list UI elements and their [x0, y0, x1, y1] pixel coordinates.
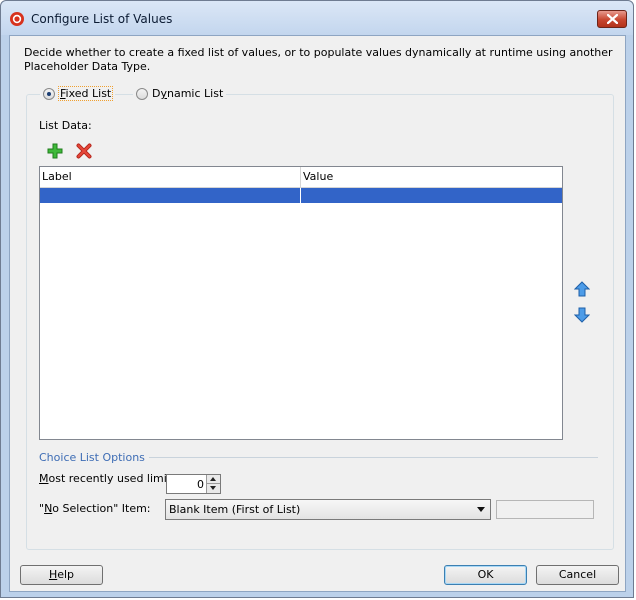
cell-value[interactable]	[301, 188, 562, 203]
arrow-down-icon[interactable]	[573, 307, 591, 323]
spin-down-button[interactable]	[207, 484, 220, 493]
delete-icon[interactable]	[76, 143, 92, 159]
dynamic-list-label[interactable]: Dynamic List	[152, 87, 223, 100]
mru-limit-value[interactable]: 0	[197, 478, 204, 491]
window-title: Configure List of Values	[31, 12, 173, 26]
spin-up-button[interactable]	[207, 475, 220, 484]
mru-limit-label: Most recently used limit:	[39, 472, 175, 485]
help-button[interactable]: Help	[20, 565, 103, 585]
column-header-value[interactable]: Value	[301, 167, 562, 187]
oracle-app-icon	[9, 11, 25, 27]
no-selection-text-field	[496, 500, 594, 519]
arrow-up-icon[interactable]	[573, 281, 591, 297]
fixed-list-label[interactable]: Fixed List	[57, 86, 114, 101]
chevron-down-icon	[477, 507, 485, 512]
ok-button[interactable]: OK	[444, 565, 527, 585]
mru-limit-spinner[interactable]: 0	[166, 474, 221, 494]
dialog-content: Decide whether to create a fixed list of…	[9, 35, 626, 592]
column-header-label[interactable]: Label	[40, 167, 301, 187]
no-selection-item-value: Blank Item (First of List)	[169, 503, 301, 516]
dynamic-list-radio[interactable]: Dynamic List	[133, 85, 227, 102]
cell-label[interactable]	[40, 188, 301, 203]
list-data-label: List Data:	[39, 119, 92, 132]
cancel-button[interactable]: Cancel	[536, 565, 619, 585]
close-icon	[607, 14, 618, 24]
no-selection-item-label: "No Selection" Item:	[39, 502, 151, 515]
table-header: Label Value	[40, 167, 562, 188]
dialog-window: Configure List of Values Decide whether …	[0, 0, 634, 598]
description-text: Decide whether to create a fixed list of…	[24, 46, 613, 73]
radio-indicator[interactable]	[136, 87, 148, 100]
spinner-buttons	[206, 475, 220, 493]
add-icon[interactable]	[47, 143, 63, 159]
table-row[interactable]	[40, 188, 562, 203]
close-button[interactable]	[597, 10, 627, 28]
title-bar[interactable]: Configure List of Values	[1, 1, 633, 35]
list-data-table[interactable]: Label Value	[39, 166, 563, 440]
choice-list-options-title: Choice List Options	[39, 451, 149, 464]
fixed-list-label-rest: ixed List	[65, 87, 112, 100]
no-selection-item-select[interactable]: Blank Item (First of List)	[165, 499, 491, 520]
fixed-list-radio[interactable]: Fixed List	[40, 85, 116, 102]
radio-indicator[interactable]	[43, 87, 55, 100]
